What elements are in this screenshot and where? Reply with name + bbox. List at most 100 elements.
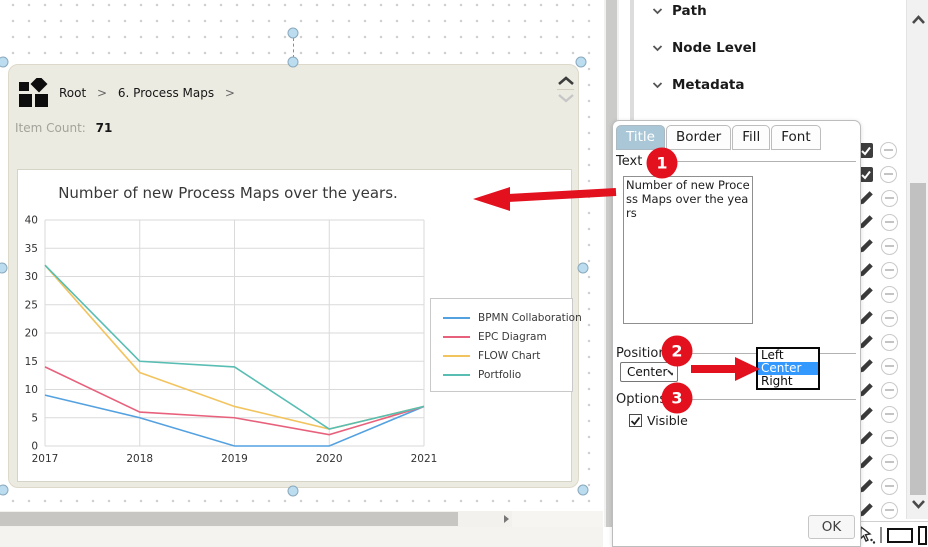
remove-icon[interactable] bbox=[881, 238, 898, 255]
canvas-footer bbox=[512, 511, 603, 527]
legend-label: FLOW Chart bbox=[478, 350, 540, 362]
position-select[interactable]: Center bbox=[620, 362, 678, 382]
panel-row bbox=[858, 306, 906, 330]
remove-icon[interactable] bbox=[881, 406, 898, 423]
rotation-connector bbox=[293, 38, 294, 58]
tab-title[interactable]: Title bbox=[616, 125, 665, 150]
canvas-horizontal-scrollbar[interactable] bbox=[0, 511, 512, 527]
legend-item: BPMN Collaboration bbox=[443, 308, 562, 327]
section-path[interactable]: Path bbox=[652, 2, 756, 20]
dropdown-option-right[interactable]: Right bbox=[758, 375, 818, 388]
position-label: Position bbox=[616, 346, 667, 361]
panel-row bbox=[858, 426, 906, 450]
layout-split-icon[interactable] bbox=[918, 526, 928, 545]
remove-icon[interactable] bbox=[881, 454, 898, 471]
visible-checkbox-label: Visible bbox=[647, 413, 688, 428]
section-metadata[interactable]: Metadata bbox=[652, 76, 756, 94]
panel-row bbox=[858, 258, 906, 282]
legend-line-sample bbox=[443, 336, 470, 338]
panel-sections: Path Node Level Metadata bbox=[652, 2, 756, 113]
remove-icon[interactable] bbox=[880, 166, 897, 183]
legend-label: Portfolio bbox=[478, 369, 521, 381]
visible-checkbox[interactable] bbox=[629, 414, 642, 427]
section-label: Metadata bbox=[672, 77, 745, 93]
scroll-right-arrow-icon[interactable] bbox=[504, 515, 509, 523]
title-text-input[interactable] bbox=[623, 176, 753, 324]
svg-text:25: 25 bbox=[25, 299, 38, 311]
canvas-footer bbox=[0, 527, 603, 547]
scrollbar-thumb[interactable] bbox=[910, 183, 926, 495]
scroll-down-icon[interactable] bbox=[911, 499, 926, 509]
rotation-handle[interactable] bbox=[288, 28, 299, 39]
resize-handle-top-left[interactable] bbox=[0, 57, 9, 68]
ok-button[interactable]: OK bbox=[808, 515, 855, 539]
chevron-up-icon[interactable] bbox=[555, 75, 577, 87]
text-section-header: Text bbox=[616, 154, 856, 169]
chart-widget[interactable]: Root > 6. Process Maps > Item Count: 71 … bbox=[8, 64, 579, 488]
resize-handle-top-right[interactable] bbox=[576, 57, 587, 68]
divider bbox=[674, 399, 856, 400]
legend-line-sample bbox=[443, 374, 470, 376]
chevron-down-icon[interactable] bbox=[555, 92, 577, 104]
scrollbar-thumb[interactable] bbox=[0, 512, 458, 526]
panel-row bbox=[858, 354, 906, 378]
chart-container: Number of new Process Maps over the year… bbox=[17, 169, 572, 482]
remove-icon[interactable] bbox=[881, 262, 898, 279]
resize-handle-top-center[interactable] bbox=[288, 57, 299, 68]
svg-text:2021: 2021 bbox=[411, 453, 438, 465]
item-count-value: 71 bbox=[96, 121, 113, 135]
remove-icon[interactable] bbox=[881, 214, 898, 231]
legend-item: EPC Diagram bbox=[443, 327, 562, 346]
legend-line-sample bbox=[443, 317, 470, 319]
resize-handle-bottom-right[interactable] bbox=[578, 485, 589, 496]
designer-canvas[interactable]: Root > 6. Process Maps > Item Count: 71 … bbox=[0, 0, 603, 511]
resize-handle-bottom-center[interactable] bbox=[288, 486, 299, 497]
section-node-level[interactable]: Node Level bbox=[652, 39, 756, 57]
layout-single-icon[interactable] bbox=[887, 528, 913, 543]
panel-row bbox=[858, 450, 906, 474]
panel-icon-rows bbox=[858, 138, 906, 522]
remove-icon[interactable] bbox=[880, 142, 897, 159]
position-dropdown-list: LeftCenterRight bbox=[756, 347, 820, 390]
bottom-toolbar bbox=[856, 521, 928, 547]
svg-text:30: 30 bbox=[25, 271, 38, 283]
panel-row bbox=[858, 162, 906, 186]
remove-icon[interactable] bbox=[881, 382, 898, 399]
options-label: Options bbox=[616, 392, 666, 407]
panel-row bbox=[858, 282, 906, 306]
tab-fill[interactable]: Fill bbox=[732, 125, 770, 150]
page: Root > 6. Process Maps > Item Count: 71 … bbox=[0, 0, 928, 547]
text-label: Text bbox=[616, 154, 642, 169]
tab-font[interactable]: Font bbox=[771, 125, 820, 150]
remove-icon[interactable] bbox=[881, 502, 898, 519]
breadcrumb-separator: > bbox=[225, 86, 235, 100]
panel-row bbox=[858, 210, 906, 234]
resize-handle-mid-right[interactable] bbox=[578, 263, 589, 274]
panel-row bbox=[858, 474, 906, 498]
remove-icon[interactable] bbox=[881, 190, 898, 207]
remove-icon[interactable] bbox=[881, 430, 898, 447]
widget-collapse-controls bbox=[555, 73, 577, 105]
panel-vertical-scrollbar[interactable] bbox=[906, 0, 928, 519]
legend-line-sample bbox=[443, 355, 470, 357]
svg-text:35: 35 bbox=[25, 243, 38, 255]
resize-handle-mid-left[interactable] bbox=[0, 263, 8, 274]
svg-text:15: 15 bbox=[25, 356, 38, 368]
remove-icon[interactable] bbox=[881, 478, 898, 495]
resize-handle-bottom-left[interactable] bbox=[0, 485, 9, 496]
divider bbox=[650, 161, 856, 162]
svg-text:20: 20 bbox=[25, 328, 38, 340]
chevron-down-icon bbox=[652, 44, 663, 52]
scroll-up-icon[interactable] bbox=[911, 15, 926, 25]
remove-icon[interactable] bbox=[881, 334, 898, 351]
remove-icon[interactable] bbox=[881, 358, 898, 375]
tab-border[interactable]: Border bbox=[666, 125, 731, 150]
breadcrumb-section[interactable]: 6. Process Maps bbox=[118, 86, 214, 100]
position-section-header: Position bbox=[616, 346, 856, 361]
section-label: Path bbox=[672, 3, 707, 19]
remove-icon[interactable] bbox=[881, 310, 898, 327]
svg-text:2019: 2019 bbox=[221, 453, 248, 465]
svg-text:10: 10 bbox=[25, 384, 38, 396]
remove-icon[interactable] bbox=[881, 286, 898, 303]
breadcrumb-root[interactable]: Root bbox=[59, 86, 86, 100]
